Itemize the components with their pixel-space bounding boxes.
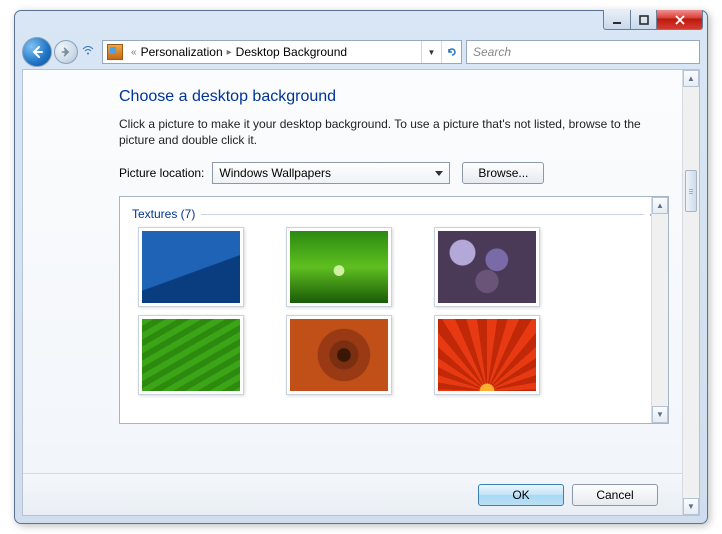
dialog-footer: OK Cancel [23, 473, 682, 515]
maximize-icon [638, 14, 650, 26]
page-description: Click a picture to make it your desktop … [119, 116, 665, 148]
back-arrow-icon [29, 44, 45, 60]
close-icon [674, 14, 686, 26]
breadcrumb-personalization[interactable]: Personalization [141, 45, 223, 59]
page-scrollbar[interactable]: ▲ ▼ [682, 70, 699, 515]
close-button[interactable] [657, 10, 703, 30]
cancel-button[interactable]: Cancel [572, 484, 658, 506]
group-header[interactable]: Textures (7) ˄ [132, 207, 656, 221]
picture-location-combo[interactable]: Windows Wallpapers [212, 162, 450, 184]
cancel-button-label: Cancel [596, 488, 633, 502]
scroll-down-icon[interactable]: ▼ [652, 406, 668, 423]
wallpaper-list-panel: Textures (7) ˄ ▲ ▼ [119, 196, 669, 424]
minimize-button[interactable] [603, 10, 631, 30]
wallpaper-thumb-grass[interactable] [286, 227, 392, 307]
browse-button-label: Browse... [478, 166, 528, 180]
recent-pages-icon[interactable] [82, 46, 96, 58]
browse-button[interactable]: Browse... [462, 162, 544, 184]
search-placeholder: Search [473, 45, 511, 59]
scroll-track[interactable] [652, 214, 668, 406]
thumbnail-grid [138, 227, 668, 395]
breadcrumb-root-glyph: « [131, 47, 137, 58]
control-panel-icon [107, 44, 123, 60]
address-bar[interactable]: « Personalization ▸ Desktop Background ▼ [102, 40, 462, 64]
client-area: Choose a desktop background Click a pict… [22, 69, 700, 516]
page-scroll-down-icon[interactable]: ▼ [683, 498, 699, 515]
maximize-button[interactable] [631, 10, 657, 30]
picture-location-row: Picture location: Windows Wallpapers Bro… [119, 162, 665, 184]
wallpaper-thumb-leaf[interactable] [138, 315, 244, 395]
ok-button[interactable]: OK [478, 484, 564, 506]
breadcrumb-separator-icon: ▸ [227, 47, 232, 58]
refresh-button[interactable] [441, 41, 461, 63]
navigation-bar: « Personalization ▸ Desktop Background ▼… [22, 36, 700, 68]
panel-scrollbar[interactable]: ▲ ▼ [651, 197, 668, 423]
breadcrumb-desktop-background[interactable]: Desktop Background [236, 45, 347, 59]
wallpaper-thumb-stones[interactable] [434, 227, 540, 307]
address-dropdown-button[interactable]: ▼ [421, 41, 441, 63]
page-scroll-thumb[interactable] [685, 170, 697, 212]
forward-arrow-icon [60, 46, 72, 58]
wallpaper-thumb-flower[interactable] [434, 315, 540, 395]
wallpaper-thumb-wood[interactable] [286, 315, 392, 395]
window-frame: « Personalization ▸ Desktop Background ▼… [14, 10, 708, 524]
scroll-up-icon[interactable]: ▲ [652, 197, 668, 214]
picture-location-value: Windows Wallpapers [219, 166, 331, 180]
search-input[interactable]: Search [466, 40, 700, 64]
picture-location-label: Picture location: [119, 166, 204, 180]
window-controls [603, 10, 703, 30]
page-title: Choose a desktop background [119, 88, 665, 106]
back-button[interactable] [22, 37, 52, 67]
refresh-icon [446, 46, 458, 58]
page-scroll-up-icon[interactable]: ▲ [683, 70, 699, 87]
group-title: Textures (7) [132, 207, 195, 221]
wallpaper-thumb-fish[interactable] [138, 227, 244, 307]
content-area: Choose a desktop background Click a pict… [119, 88, 665, 424]
ok-button-label: OK [512, 488, 529, 502]
minimize-icon [611, 14, 623, 26]
forward-button[interactable] [54, 40, 78, 64]
